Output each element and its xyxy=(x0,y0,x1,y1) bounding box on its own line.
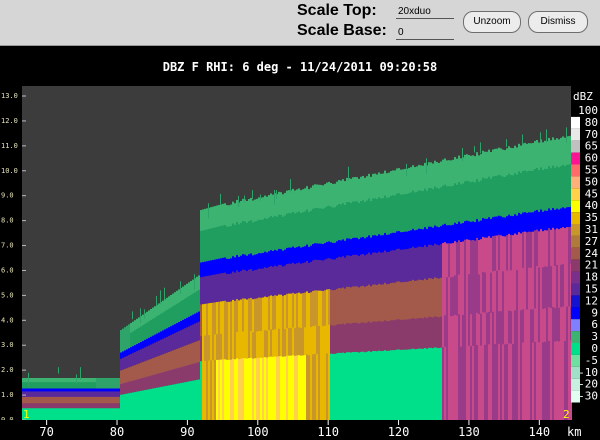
colorbar-swatch xyxy=(571,319,580,332)
colorbar-swatch xyxy=(571,116,580,129)
x-tick-label: 90 xyxy=(180,425,194,439)
rhi-plot[interactable]: 0.01.02.03.04.05.06.07.08.09.010.011.012… xyxy=(0,0,600,440)
y-tick-label: 1.0 xyxy=(1,391,14,399)
y-tick-label: 4.0 xyxy=(1,316,14,324)
colorbar-title: dBZ xyxy=(573,90,593,103)
y-tick-label: 3.0 xyxy=(1,341,14,349)
colorbar-swatch xyxy=(571,176,580,189)
colorbar-swatch xyxy=(571,164,580,177)
y-tick-label: 8.0 xyxy=(1,217,14,225)
y-tick-label: 11.0 xyxy=(1,142,18,150)
colorbar-swatch xyxy=(571,247,580,260)
y-tick-label: 10.0 xyxy=(1,167,18,175)
colorbar-swatch xyxy=(571,128,580,141)
y-tick-label: 9.0 xyxy=(1,192,14,200)
colorbar-level: -30 xyxy=(578,390,598,403)
y-tick-label: 7.0 xyxy=(1,242,14,250)
x-axis-band xyxy=(0,420,600,440)
x-tick-label: 140 xyxy=(528,425,550,439)
x-tick-label: 130 xyxy=(458,425,480,439)
x-tick-label: 110 xyxy=(317,425,339,439)
colorbar-swatch xyxy=(571,307,580,320)
x-tick-label: 80 xyxy=(110,425,124,439)
colorbar-swatch xyxy=(571,235,580,248)
y-tick-label: 13.0 xyxy=(1,92,18,100)
x-tick-label: 120 xyxy=(388,425,410,439)
colorbar-swatch xyxy=(571,343,580,355)
colorbar-swatch xyxy=(571,200,580,213)
x-tick-label: 70 xyxy=(39,425,53,439)
y-tick-label: 2.0 xyxy=(1,366,14,374)
corner-label-left: 1 xyxy=(23,408,30,421)
colorbar-swatch xyxy=(571,152,580,165)
colorbar-swatch xyxy=(571,331,580,343)
corner-label-right: 2 xyxy=(563,408,570,421)
colorbar-swatch xyxy=(571,271,580,284)
y-tick-label: 12.0 xyxy=(1,117,18,125)
x-axis-unit: km xyxy=(567,425,581,439)
colorbar-swatch xyxy=(571,188,580,201)
colorbar-swatch xyxy=(571,259,580,272)
colorbar-swatch xyxy=(571,295,580,308)
colorbar-swatch xyxy=(571,140,580,153)
x-tick-label: 100 xyxy=(247,425,269,439)
x-axis: 70 80 90 100 110 120 130 140 km xyxy=(0,420,600,440)
colorbar-swatch xyxy=(571,283,580,296)
colorbar-swatch xyxy=(571,224,580,236)
y-tick-label: 5.0 xyxy=(1,291,14,299)
colorbar-swatch xyxy=(571,212,580,224)
color-scale: dBZ1008070656055504540353127242118151296… xyxy=(571,90,598,403)
y-tick-label: 6.0 xyxy=(1,266,14,274)
